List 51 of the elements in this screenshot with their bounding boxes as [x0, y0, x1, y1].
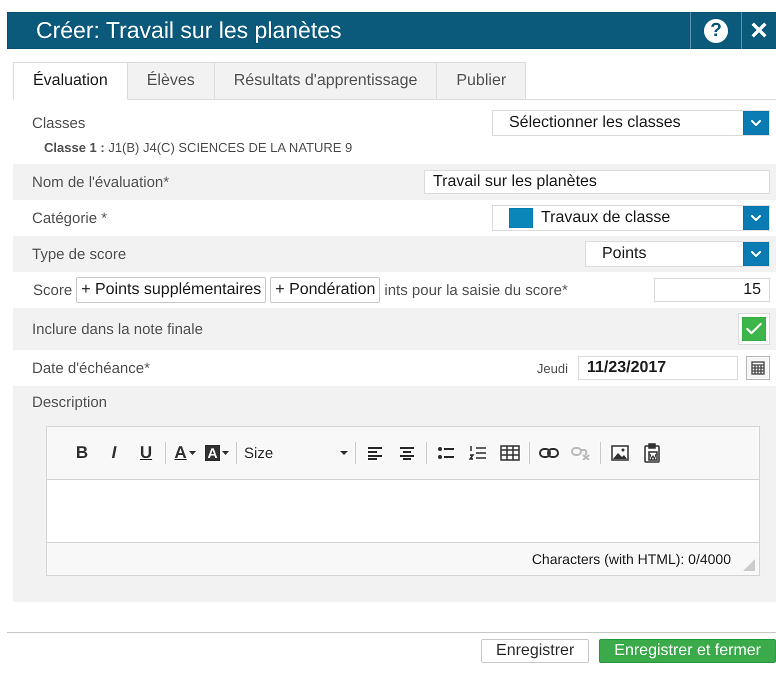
- tab[interactable]: Résultats d'apprentissage: [214, 62, 438, 100]
- field-label: Inclure dans la note finale: [32, 320, 204, 338]
- extra-points-button[interactable]: + Points supplémentaires: [76, 277, 266, 303]
- field-label: Catégorie *: [32, 210, 108, 226]
- calendar-button[interactable]: [746, 356, 770, 380]
- calendar-icon: [751, 361, 765, 375]
- tab[interactable]: Élèves: [128, 62, 215, 100]
- caret-icon: [222, 451, 229, 455]
- underline-button[interactable]: U: [131, 440, 161, 466]
- background-color-button[interactable]: A: [202, 440, 232, 466]
- italic-button[interactable]: I: [99, 440, 129, 466]
- window-title: Créer: Travail sur les planètes: [35, 17, 343, 44]
- numbered-list-icon: [469, 445, 487, 461]
- field-label: Score: [33, 282, 72, 298]
- chevron-down-icon: [743, 242, 769, 266]
- unlink-icon: [571, 446, 591, 460]
- character-counter: Characters (with HTML): 0/4000: [532, 551, 731, 567]
- text-color-button[interactable]: A: [170, 440, 200, 466]
- field-label: Nom de l'évaluation*: [32, 174, 170, 190]
- score-type-dropdown[interactable]: Points: [585, 241, 770, 267]
- field-label: Description: [32, 394, 108, 411]
- bullet-list-icon: [437, 446, 455, 460]
- score-input[interactable]: 15: [654, 278, 770, 302]
- size-dropdown[interactable]: Size: [241, 440, 351, 466]
- field-label: Type de score: [32, 246, 128, 262]
- table-icon: [500, 445, 520, 461]
- caret-icon: [340, 451, 348, 455]
- field-label: ints pour la saisie du score*: [384, 282, 568, 298]
- tab[interactable]: Publier: [437, 62, 526, 100]
- link-icon: [539, 447, 559, 459]
- date-input[interactable]: 11/23/2017: [578, 356, 738, 380]
- align-left-icon: [367, 446, 383, 460]
- field-label: Date d'échéance*: [32, 360, 151, 376]
- close-button[interactable]: ×: [742, 12, 776, 49]
- bold-button[interactable]: B: [67, 440, 97, 466]
- class-detail: Classe 1 : J1(B) J4(C) SCIENCES DE LA NATURE 9: [44, 140, 352, 154]
- name-input[interactable]: Travail sur les planètes: [424, 170, 770, 194]
- weighting-button[interactable]: + Pondération: [270, 277, 380, 303]
- align-center-icon: [399, 446, 415, 460]
- tab[interactable]: Évaluation: [13, 62, 128, 100]
- category-dropdown[interactable]: Travaux de classe: [492, 205, 770, 231]
- classes-dropdown[interactable]: Sélectionner les classes: [492, 110, 770, 136]
- clipboard-icon: [644, 443, 660, 463]
- help-button[interactable]: ?: [690, 12, 742, 49]
- resize-handle-icon[interactable]: [743, 559, 755, 571]
- field-label: Classes: [32, 114, 86, 132]
- day-label: Jeudi: [536, 360, 568, 376]
- caret-icon: [188, 451, 196, 455]
- chevron-down-icon: [743, 206, 769, 230]
- save-button[interactable]: Enregistrer: [481, 639, 590, 663]
- image-icon: [611, 445, 629, 461]
